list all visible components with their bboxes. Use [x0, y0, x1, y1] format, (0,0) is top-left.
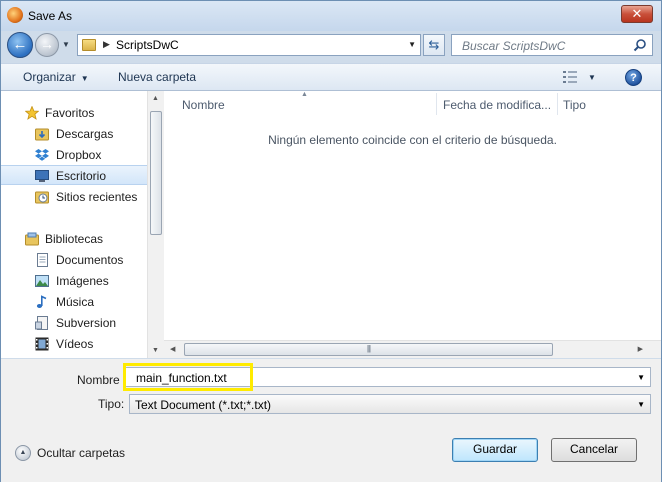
sidebar-item-downloads[interactable]: Descargas — [1, 124, 147, 144]
libraries-icon — [25, 232, 39, 246]
sidebar-item-documents[interactable]: Documentos — [1, 250, 147, 270]
back-arrow-icon: ← — [12, 36, 28, 53]
organize-button[interactable]: Organizar ▼ — [23, 70, 89, 84]
navigation-bar: ← → ▼ ▶ ScriptsDwC ▼ ⇆ Buscar ScriptsDwC — [1, 31, 661, 59]
chevron-down-icon: ▼ — [80, 74, 89, 83]
forward-button[interactable]: → — [35, 33, 59, 57]
column-header-date-modified[interactable]: Fecha de modifica... — [443, 98, 551, 124]
file-name-label: Nombre — [77, 373, 120, 387]
breadcrumb-separator-icon[interactable]: ▶ — [103, 39, 110, 50]
empty-results-message: Ningún elemento coincide con el criterio… — [268, 133, 557, 147]
scrollbar-thumb[interactable] — [150, 111, 162, 235]
close-button[interactable]: ✕ — [621, 5, 653, 23]
sidebar-item-music[interactable]: Música — [1, 292, 147, 312]
sidebar-item-label: Sitios recientes — [56, 190, 138, 204]
scroll-down-icon[interactable]: ▼ — [152, 347, 159, 354]
chevron-down-icon[interactable]: ▼ — [588, 73, 596, 82]
cancel-button[interactable]: Cancelar — [551, 438, 637, 462]
sidebar-item-pictures[interactable]: Imágenes — [1, 271, 147, 291]
sidebar-item-subversion[interactable]: Subversion — [1, 313, 147, 333]
scroll-left-icon[interactable]: ◀ — [170, 345, 175, 353]
dropbox-icon — [35, 149, 49, 161]
sidebar-item-desktop[interactable]: Escritorio — [1, 165, 147, 185]
downloads-folder-icon — [35, 128, 49, 141]
videos-icon — [35, 337, 49, 351]
sidebar-item-dropbox[interactable]: Dropbox — [1, 145, 147, 165]
back-button[interactable]: ← — [7, 32, 33, 58]
sidebar-item-recent-places[interactable]: Sitios recientes — [1, 187, 147, 207]
sidebar-group-label: Favoritos — [45, 106, 95, 120]
sidebar-item-label: Descargas — [56, 127, 114, 141]
documents-icon — [37, 253, 48, 267]
file-type-value: Text Document (*.txt;*.txt) — [135, 398, 272, 412]
search-input[interactable]: Buscar ScriptsDwC — [451, 34, 653, 56]
organize-label: Organizar — [23, 70, 76, 84]
chevron-down-icon[interactable]: ▼ — [637, 373, 645, 382]
browser-area: Favoritos Descargas Dropbox Escritorio S… — [1, 91, 661, 358]
address-bar[interactable]: ▶ ScriptsDwC ▼ — [77, 34, 421, 56]
file-type-select[interactable]: Text Document (*.txt;*.txt) ▼ — [129, 394, 651, 414]
column-header-name[interactable]: Nombre — [182, 98, 225, 124]
sidebar-item-label: Subversion — [56, 316, 117, 330]
breadcrumb-item[interactable]: ScriptsDwC — [116, 38, 179, 52]
sidebar-item-label: Música — [56, 295, 95, 309]
folder-icon — [82, 39, 96, 51]
sidebar-item-label: Vídeos — [56, 337, 94, 351]
search-placeholder: Buscar ScriptsDwC — [462, 39, 566, 53]
forward-arrow-icon: → — [40, 36, 54, 52]
chevron-down-icon: ▼ — [637, 400, 645, 409]
save-form: Nombre main_function.txt ▼ Tipo: Text Do… — [1, 359, 661, 482]
refresh-button[interactable]: ⇆ — [423, 34, 445, 56]
navigation-pane: Favoritos Descargas Dropbox Escritorio S… — [1, 91, 147, 358]
file-list: ▲ Nombre Fecha de modifica... Tipo Ningú… — [164, 91, 661, 358]
subversion-icon — [35, 316, 48, 330]
file-list-horizontal-scrollbar[interactable]: ◀ ||| ▶ — [164, 340, 661, 358]
sidebar-item-label: Imágenes — [56, 274, 109, 288]
hide-folders-label: Ocultar carpetas — [37, 446, 126, 460]
title-bar[interactable]: Save As ✕ — [1, 1, 661, 31]
pictures-icon — [35, 275, 49, 287]
new-folder-button[interactable]: Nueva carpeta — [118, 70, 196, 84]
music-icon — [36, 295, 47, 308]
recent-pages-dropdown[interactable]: ▼ — [62, 40, 70, 49]
highlight-box — [123, 363, 253, 391]
column-divider[interactable] — [557, 93, 558, 115]
sort-ascending-icon: ▲ — [301, 91, 308, 98]
star-icon — [25, 106, 39, 120]
recent-places-icon — [35, 191, 49, 204]
chevron-up-icon: ▲ — [15, 445, 31, 461]
scroll-up-icon[interactable]: ▲ — [152, 95, 159, 102]
file-type-label: Tipo: — [98, 397, 125, 411]
search-icon[interactable] — [633, 38, 647, 52]
sidebar-item-label: Escritorio — [56, 169, 107, 183]
chevron-down-icon[interactable]: ▼ — [408, 40, 416, 49]
view-options-icon[interactable] — [563, 71, 577, 83]
save-as-dialog: Save As ✕ ← → ▼ ▶ ScriptsDwC ▼ ⇆ Buscar … — [0, 0, 662, 482]
command-toolbar: Organizar ▼ Nueva carpeta ▼ ? — [1, 63, 661, 91]
sidebar-group-favorites[interactable]: Favoritos — [1, 103, 147, 123]
column-divider[interactable] — [436, 93, 437, 115]
desktop-icon — [35, 170, 49, 182]
scrollbar-thumb[interactable]: ||| — [184, 343, 553, 356]
window-title: Save As — [28, 9, 73, 23]
sidebar-group-libraries[interactable]: Bibliotecas — [1, 229, 147, 249]
scroll-right-icon[interactable]: ▶ — [638, 345, 643, 353]
refresh-icon: ⇆ — [428, 37, 440, 52]
hide-folders-button[interactable]: ▲ Ocultar carpetas — [15, 445, 135, 463]
sidebar-item-label: Documentos — [56, 253, 124, 267]
firefox-icon — [7, 7, 23, 23]
help-icon[interactable]: ? — [625, 69, 642, 86]
sidebar-group-label: Bibliotecas — [45, 232, 104, 246]
sidebar-item-videos[interactable]: Vídeos — [1, 334, 147, 354]
column-header-type[interactable]: Tipo — [563, 98, 586, 124]
save-button[interactable]: Guardar — [452, 438, 538, 462]
navigation-scrollbar[interactable]: ▲ ▼ — [147, 91, 164, 358]
sidebar-item-label: Dropbox — [56, 148, 102, 162]
